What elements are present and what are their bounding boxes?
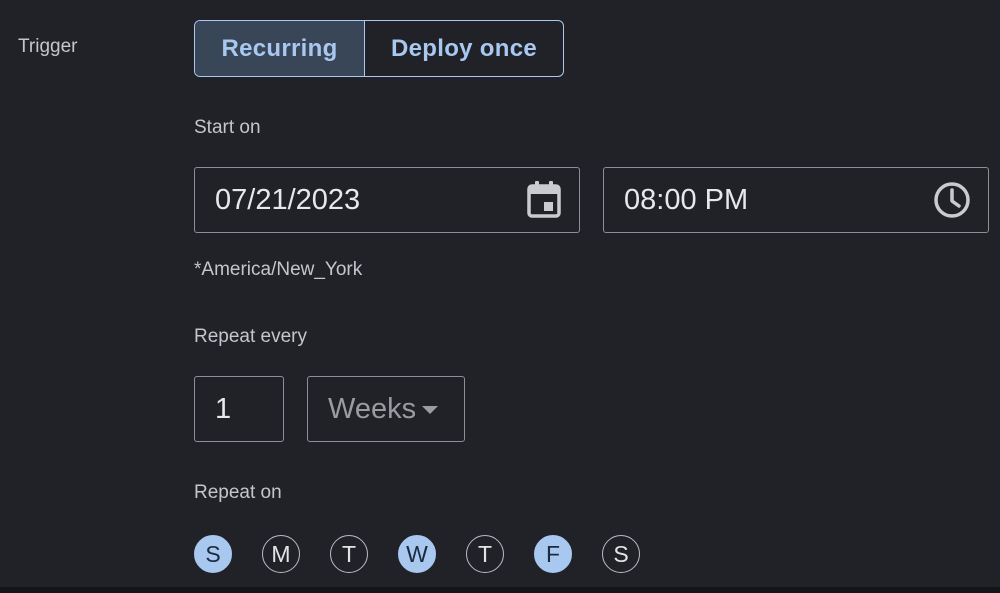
timezone-text: *America/New_York — [194, 259, 363, 280]
clock-icon[interactable] — [932, 180, 972, 220]
repeat-interval-value: 1 — [215, 392, 232, 425]
schedule-form: Trigger Recurring Deploy once Start on 0… — [0, 0, 1000, 593]
day-sunday[interactable]: S — [194, 535, 232, 573]
day-thursday[interactable]: T — [466, 535, 504, 573]
day-friday[interactable]: F — [534, 535, 572, 573]
caret-down-icon — [422, 406, 439, 414]
day-monday[interactable]: M — [262, 535, 300, 573]
start-date-value: 07/21/2023 — [215, 183, 361, 216]
deploy-once-button[interactable]: Deploy once — [365, 21, 563, 76]
repeat-on-label: Repeat on — [194, 482, 282, 503]
repeat-unit-select[interactable]: Weeks — [307, 376, 465, 442]
weekday-picker: S M T W T F S — [194, 535, 670, 573]
day-tuesday[interactable]: T — [330, 535, 368, 573]
bottom-edge — [0, 587, 1000, 593]
start-date-field[interactable]: 07/21/2023 — [194, 167, 580, 233]
start-time-field[interactable]: 08:00 PM — [603, 167, 989, 233]
trigger-label: Trigger — [18, 36, 78, 57]
day-wednesday[interactable]: W — [398, 535, 436, 573]
trigger-toggle: Recurring Deploy once — [194, 20, 564, 77]
calendar-icon[interactable] — [525, 180, 563, 220]
recurring-button[interactable]: Recurring — [195, 21, 365, 76]
repeat-interval-input[interactable]: 1 — [194, 376, 284, 442]
day-saturday[interactable]: S — [602, 535, 640, 573]
start-on-label: Start on — [194, 117, 261, 138]
repeat-unit-value: Weeks — [328, 392, 417, 425]
repeat-every-label: Repeat every — [194, 326, 308, 347]
start-time-value: 08:00 PM — [624, 183, 749, 216]
